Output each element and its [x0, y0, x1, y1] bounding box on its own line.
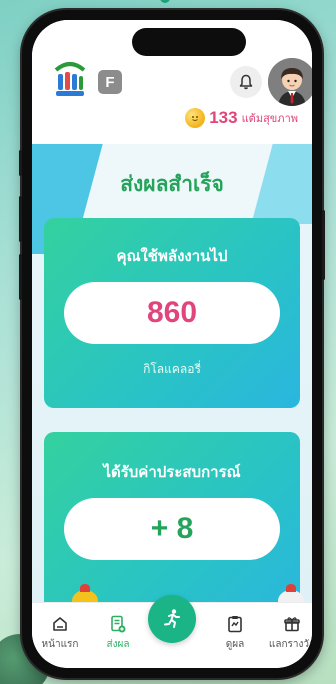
notification-button[interactable]	[230, 66, 262, 98]
background-decoration	[160, 0, 170, 3]
tab-rewards-label: แลกรางวัล	[268, 639, 312, 650]
phone-mute-switch	[19, 150, 22, 176]
energy-unit: กิโลแคลอรี่	[143, 362, 201, 376]
points-value: 133	[209, 108, 238, 127]
gift-icon	[284, 617, 300, 632]
send-result-icon	[111, 615, 126, 633]
user-avatar[interactable]	[268, 58, 312, 106]
tab-view-result[interactable]: ดูผล	[207, 613, 263, 652]
tab-home-label: หน้าแรก	[41, 639, 79, 650]
phone-power-button	[322, 210, 325, 280]
experience-card: ได้รับค่าประสบการณ์ + 8	[44, 432, 300, 604]
page-title: ส่งผลสำเร็จ	[120, 172, 224, 196]
phone-frame: F 133 แต้มสุขภาพ ส่งผลสำเร็จ คุณใช้พลังง…	[19, 10, 325, 678]
energy-card: คุณใช้พลังงานไป 860 กิโลแคลอรี่	[44, 218, 300, 408]
tab-home[interactable]: หน้าแรก	[32, 613, 88, 652]
phone-volume-down	[19, 254, 22, 300]
energy-label: คุณใช้พลังงานไป	[116, 247, 228, 265]
app-logo[interactable]	[52, 60, 88, 100]
home-icon	[53, 617, 67, 631]
bottom-tab-bar: หน้าแรก ส่งผล ดูผล แลกรางวัล	[32, 595, 312, 668]
coin-icon	[185, 108, 206, 128]
f-badge-icon[interactable]: F	[98, 70, 122, 94]
app-screen: F 133 แต้มสุขภาพ ส่งผลสำเร็จ คุณใช้พลังง…	[32, 20, 312, 668]
phone-volume-up	[19, 196, 22, 242]
tab-view-result-label: ดูผล	[225, 639, 245, 650]
phone-notch	[132, 28, 246, 56]
clipboard-icon	[228, 616, 242, 633]
experience-value: + 8	[64, 498, 280, 560]
health-points: 133 แต้มสุขภาพ	[185, 108, 298, 128]
points-unit: แต้มสุขภาพ	[241, 112, 298, 125]
tab-send-result[interactable]: ส่งผล	[90, 613, 146, 652]
tab-send-result-label: ส่งผล	[106, 639, 130, 650]
result-content: ส่งผลสำเร็จ คุณใช้พลังงานไป 860 กิโลแคลอ…	[32, 144, 312, 604]
tab-rewards[interactable]: แลกรางวัล	[264, 613, 312, 652]
experience-label: ได้รับค่าประสบการณ์	[103, 463, 241, 481]
energy-value: 860	[64, 282, 280, 344]
bell-icon	[239, 74, 253, 90]
running-icon	[164, 609, 180, 628]
record-activity-button[interactable]	[148, 595, 196, 643]
